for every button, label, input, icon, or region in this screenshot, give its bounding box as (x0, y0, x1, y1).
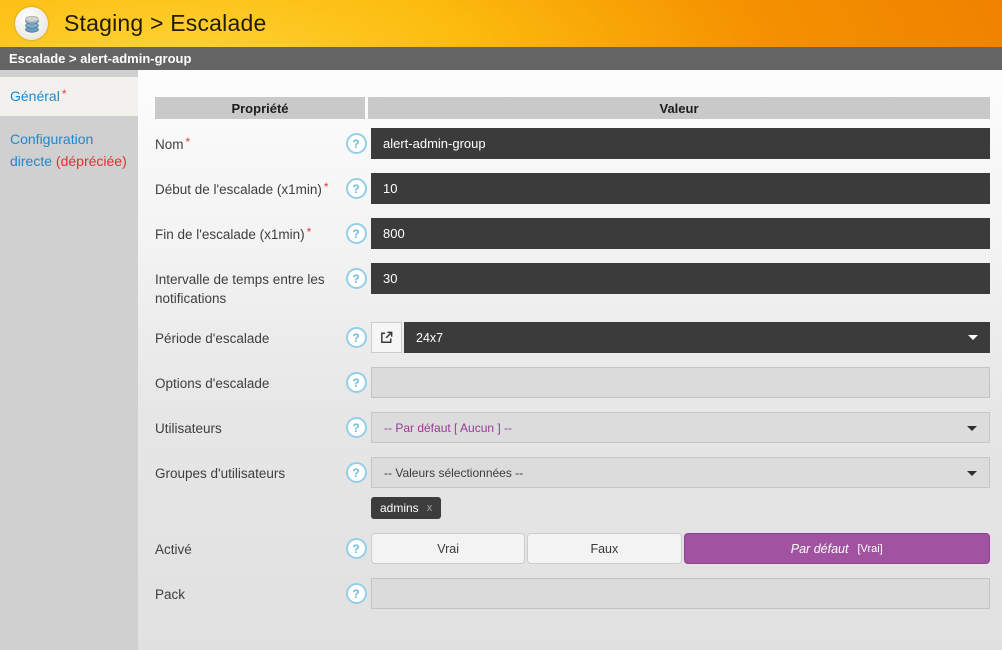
default-state: [Vrai] (857, 543, 882, 555)
par-defaut-button[interactable]: Par défaut [Vrai] (684, 533, 991, 564)
help-icon[interactable]: ? (346, 538, 367, 559)
tag-label: admins (380, 501, 419, 515)
field-label-periode: Période d'escalade (155, 322, 341, 348)
groupes-utilisateurs-select[interactable]: -- Valeurs sélectionnées -- (371, 457, 990, 488)
required-asterisk: * (62, 87, 67, 101)
selected-tag-admins[interactable]: admins x (371, 497, 441, 519)
field-label-active: Activé (155, 533, 341, 559)
label-text: Groupes d'utilisateurs (155, 466, 285, 481)
field-label-fin: Fin de l'escalade (x1min)* (155, 218, 341, 245)
fin-escalade-input[interactable]: 800 (371, 218, 990, 249)
required-asterisk: * (324, 180, 329, 194)
nom-input[interactable]: alert-admin-group (371, 128, 990, 159)
options-escalade-input[interactable] (371, 367, 990, 398)
sidebar: Général* Configuration directe (déprécié… (0, 70, 138, 650)
selected-value: -- Par défaut [ Aucun ] -- (384, 421, 512, 435)
help-icon[interactable]: ? (346, 327, 367, 348)
form-content: Propriété Valeur Nom* ? alert-admin-grou… (138, 70, 1002, 650)
pack-input[interactable] (371, 578, 990, 609)
database-icon (21, 13, 43, 35)
form-row-nom: Nom* ? alert-admin-group (155, 128, 990, 159)
form-row-utilisateurs: Utilisateurs ? -- Par défaut [ Aucun ] -… (155, 412, 990, 443)
sidebar-item-configuration-directe[interactable]: Configuration directe (dépréciée) (0, 128, 138, 172)
app-header: Staging > Escalade (0, 0, 1002, 47)
form-row-periode: Période d'escalade ? 24x7 (155, 322, 990, 353)
form-row-debut-escalade: Début de l'escalade (x1min)* ? 10 (155, 173, 990, 204)
form-row-fin-escalade: Fin de l'escalade (x1min)* ? 800 (155, 218, 990, 249)
default-label: Par défaut (791, 542, 849, 556)
label-text: Début de l'escalade (x1min) (155, 182, 322, 197)
help-icon[interactable]: ? (346, 462, 367, 483)
chevron-down-icon (968, 335, 978, 340)
label-text: Utilisateurs (155, 421, 222, 436)
sidebar-item-general[interactable]: Général* (0, 77, 138, 116)
help-icon[interactable]: ? (346, 178, 367, 199)
field-label-nom: Nom* (155, 128, 341, 155)
column-header-valeur: Valeur (368, 97, 990, 119)
selected-value: -- Valeurs sélectionnées -- (384, 466, 523, 480)
label-text: Intervalle de temps entre les notificati… (155, 272, 325, 306)
field-label-debut: Début de l'escalade (x1min)* (155, 173, 341, 200)
required-asterisk: * (307, 225, 312, 239)
field-label-intervalle: Intervalle de temps entre les notificati… (155, 263, 341, 308)
app-logo (15, 7, 48, 40)
help-icon[interactable]: ? (346, 268, 367, 289)
label-text: Période d'escalade (155, 331, 269, 346)
periode-select[interactable]: 24x7 (404, 322, 990, 353)
main-layout: Général* Configuration directe (déprécié… (0, 70, 1002, 650)
chevron-down-icon (967, 426, 977, 431)
utilisateurs-select[interactable]: -- Par défaut [ Aucun ] -- (371, 412, 990, 443)
help-icon[interactable]: ? (346, 417, 367, 438)
page-title: Staging > Escalade (64, 10, 266, 37)
form-row-active: Activé ? Vrai Faux Par défaut [Vrai] (155, 533, 990, 564)
label-text: Options d'escalade (155, 376, 269, 391)
form-row-intervalle: Intervalle de temps entre les notificati… (155, 263, 990, 308)
field-label-utilisateurs: Utilisateurs (155, 412, 341, 438)
table-header: Propriété Valeur (155, 97, 990, 119)
label-text: Fin de l'escalade (x1min) (155, 227, 305, 242)
column-header-propriete: Propriété (155, 97, 365, 119)
form-row-groupes: Groupes d'utilisateurs ? -- Valeurs séle… (155, 457, 990, 519)
intervalle-input[interactable]: 30 (371, 263, 990, 294)
sidebar-item-label: Général (10, 88, 60, 104)
remove-tag-icon[interactable]: x (427, 502, 433, 514)
external-link-button[interactable] (371, 322, 402, 353)
help-icon[interactable]: ? (346, 372, 367, 393)
label-text: Activé (155, 542, 192, 557)
field-label-options: Options d'escalade (155, 367, 341, 393)
vrai-button[interactable]: Vrai (371, 533, 525, 564)
debut-escalade-input[interactable]: 10 (371, 173, 990, 204)
help-icon[interactable]: ? (346, 133, 367, 154)
label-text: Pack (155, 587, 185, 602)
form-row-pack: Pack ? (155, 578, 990, 609)
breadcrumb: Escalade > alert-admin-group (0, 47, 1002, 70)
help-icon[interactable]: ? (346, 223, 367, 244)
breadcrumb-text: Escalade > alert-admin-group (9, 51, 191, 66)
field-label-pack: Pack (155, 578, 341, 604)
external-link-icon (379, 330, 394, 345)
page: Staging > Escalade Escalade > alert-admi… (0, 0, 1002, 650)
field-label-groupes: Groupes d'utilisateurs (155, 457, 341, 483)
selected-value: 24x7 (416, 331, 443, 345)
form-row-options: Options d'escalade ? (155, 367, 990, 398)
faux-button[interactable]: Faux (527, 533, 681, 564)
deprecated-note: (dépréciée) (56, 153, 127, 169)
required-asterisk: * (186, 135, 191, 149)
help-icon[interactable]: ? (346, 583, 367, 604)
label-text: Nom (155, 137, 184, 152)
chevron-down-icon (967, 471, 977, 476)
